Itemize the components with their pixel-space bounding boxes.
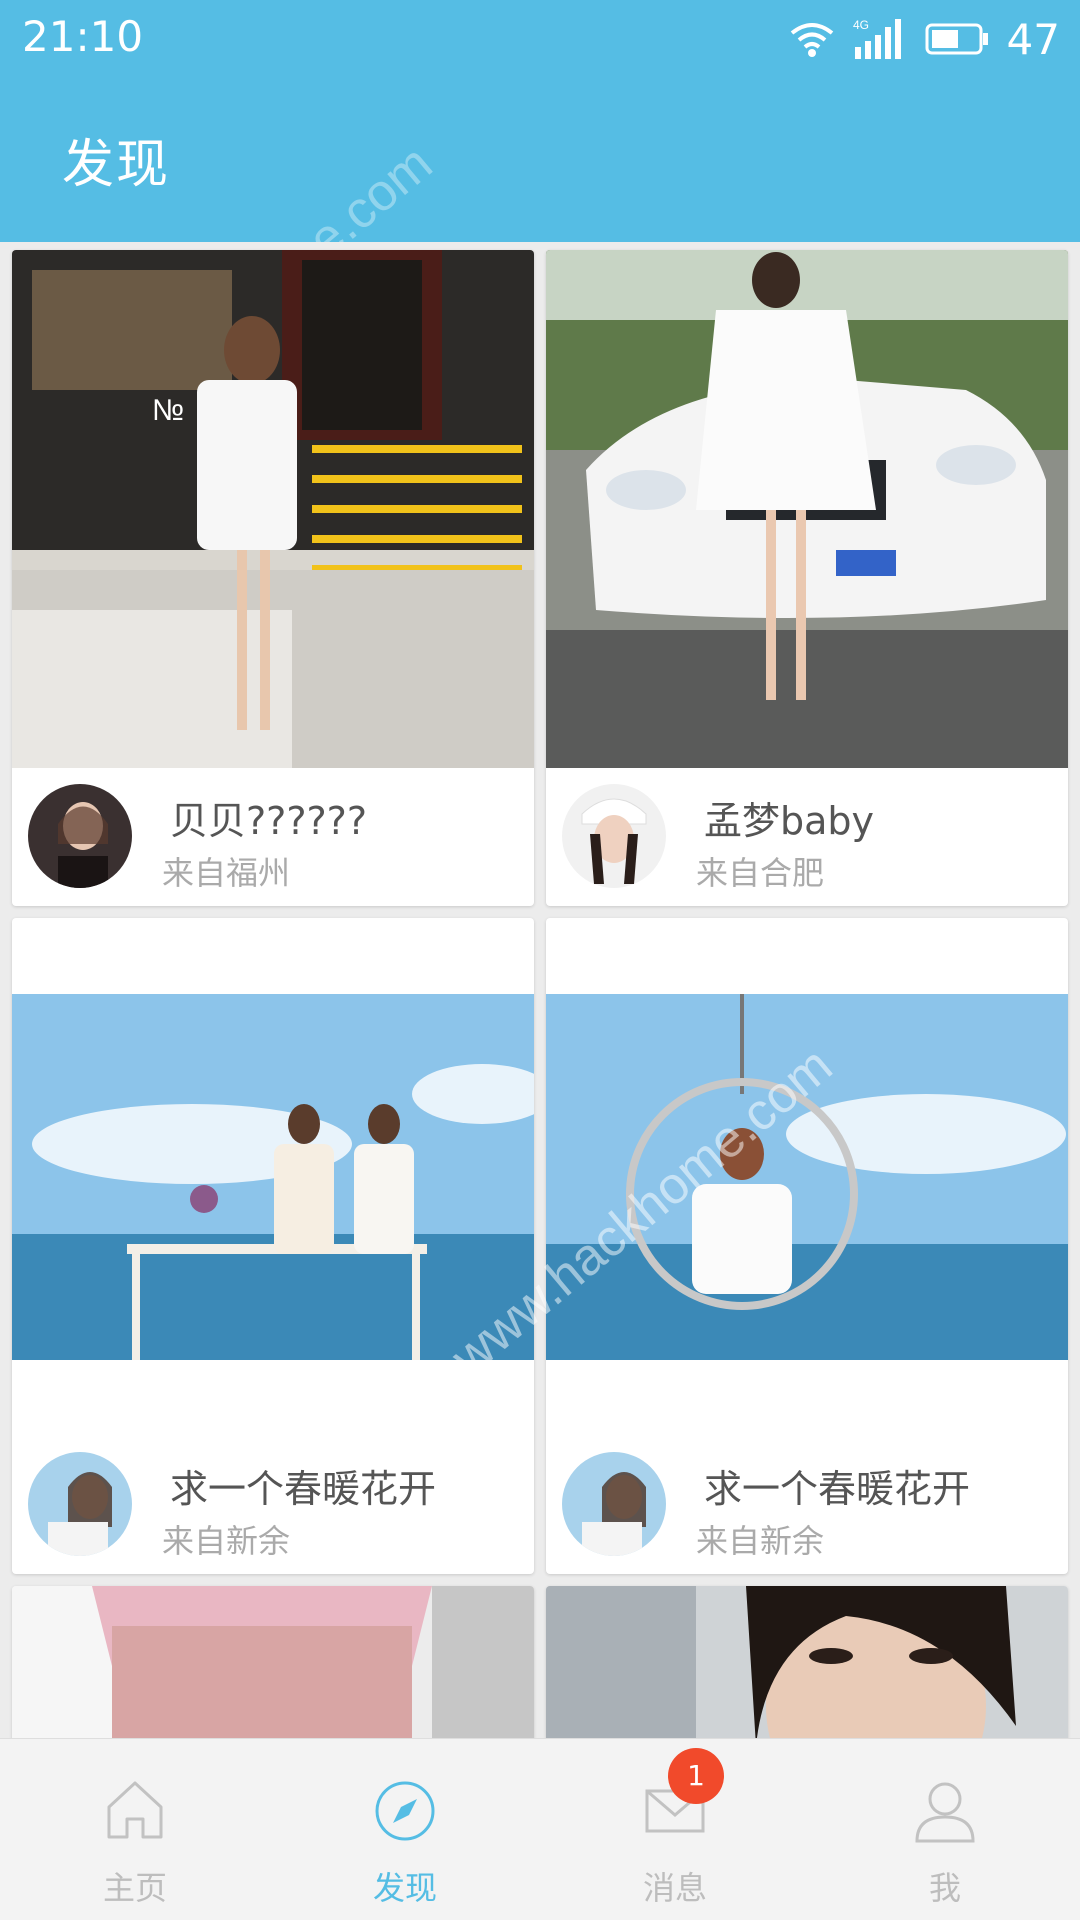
status-time: 21:10: [22, 12, 144, 61]
tab-label: 消息: [642, 1869, 707, 1907]
page-title: 发现: [62, 135, 171, 195]
discover-feed[interactable]: № 贝贝?????? 来自福州 孟梦baby 来自合肥 求一个春暖花开 来自新余…: [0, 242, 1080, 1738]
post-photo[interactable]: №: [12, 250, 534, 768]
post-card[interactable]: [12, 1586, 534, 1738]
post-footer[interactable]: 求一个春暖花开 来自新余: [12, 1436, 534, 1574]
post-card[interactable]: 求一个春暖花开 来自新余: [12, 918, 534, 1574]
poster-name[interactable]: 求一个春暖花开: [704, 1458, 970, 1513]
bottom-tab-bar: 主页 发现 消息 我: [0, 1738, 1080, 1920]
poster-location: 来自福州: [162, 854, 291, 892]
post-photo[interactable]: [546, 250, 1068, 768]
battery-level: 47: [1006, 14, 1060, 64]
status-bar: 21:10 4G 47: [0, 0, 1080, 76]
signal-icon: 4G: [853, 18, 901, 59]
svg-text:№: №: [152, 394, 184, 427]
poster-location: 来自新余: [696, 1522, 825, 1560]
tab-discover[interactable]: 发现: [270, 1739, 540, 1920]
wifi-icon: [790, 23, 833, 57]
unread-badge: 1: [668, 1748, 724, 1804]
user-icon: [915, 1782, 975, 1843]
post-photo[interactable]: [12, 994, 534, 1360]
post-card[interactable]: [546, 1586, 1068, 1738]
avatar[interactable]: [562, 1452, 666, 1556]
tab-me[interactable]: 我: [810, 1739, 1080, 1920]
post-footer[interactable]: 孟梦baby 来自合肥: [546, 768, 1068, 906]
status-icons: 4G 47: [789, 14, 1060, 64]
post-card[interactable]: 求一个春暖花开 来自新余: [546, 918, 1068, 1574]
post-card[interactable]: 孟梦baby 来自合肥: [546, 250, 1068, 906]
post-card[interactable]: № 贝贝?????? 来自福州: [12, 250, 534, 906]
poster-name[interactable]: 求一个春暖花开: [170, 1458, 436, 1513]
poster-location: 来自合肥: [696, 854, 825, 892]
home-icon: [107, 1781, 163, 1839]
tab-label: 发现: [372, 1869, 437, 1907]
battery-icon: [925, 23, 988, 55]
poster-name[interactable]: 孟梦baby: [704, 790, 874, 845]
tab-home[interactable]: 主页: [0, 1739, 270, 1920]
avatar[interactable]: [562, 784, 666, 888]
tab-label: 主页: [102, 1869, 167, 1907]
post-footer[interactable]: 求一个春暖花开 来自新余: [546, 1436, 1068, 1574]
app-header: 21:10 4G 47 发现 www.: [0, 0, 1080, 485]
network-type: 4G: [853, 18, 869, 32]
post-photo[interactable]: [546, 994, 1068, 1360]
avatar[interactable]: [28, 1452, 132, 1556]
avatar[interactable]: [28, 784, 132, 888]
poster-name[interactable]: 贝贝??????: [170, 790, 367, 845]
post-photo[interactable]: [12, 1586, 534, 1738]
post-footer[interactable]: 贝贝?????? 来自福州: [12, 768, 534, 906]
tab-label: 我: [928, 1869, 961, 1907]
compass-icon: [375, 1781, 435, 1841]
poster-location: 来自新余: [162, 1522, 291, 1560]
post-photo[interactable]: [546, 1586, 1068, 1738]
